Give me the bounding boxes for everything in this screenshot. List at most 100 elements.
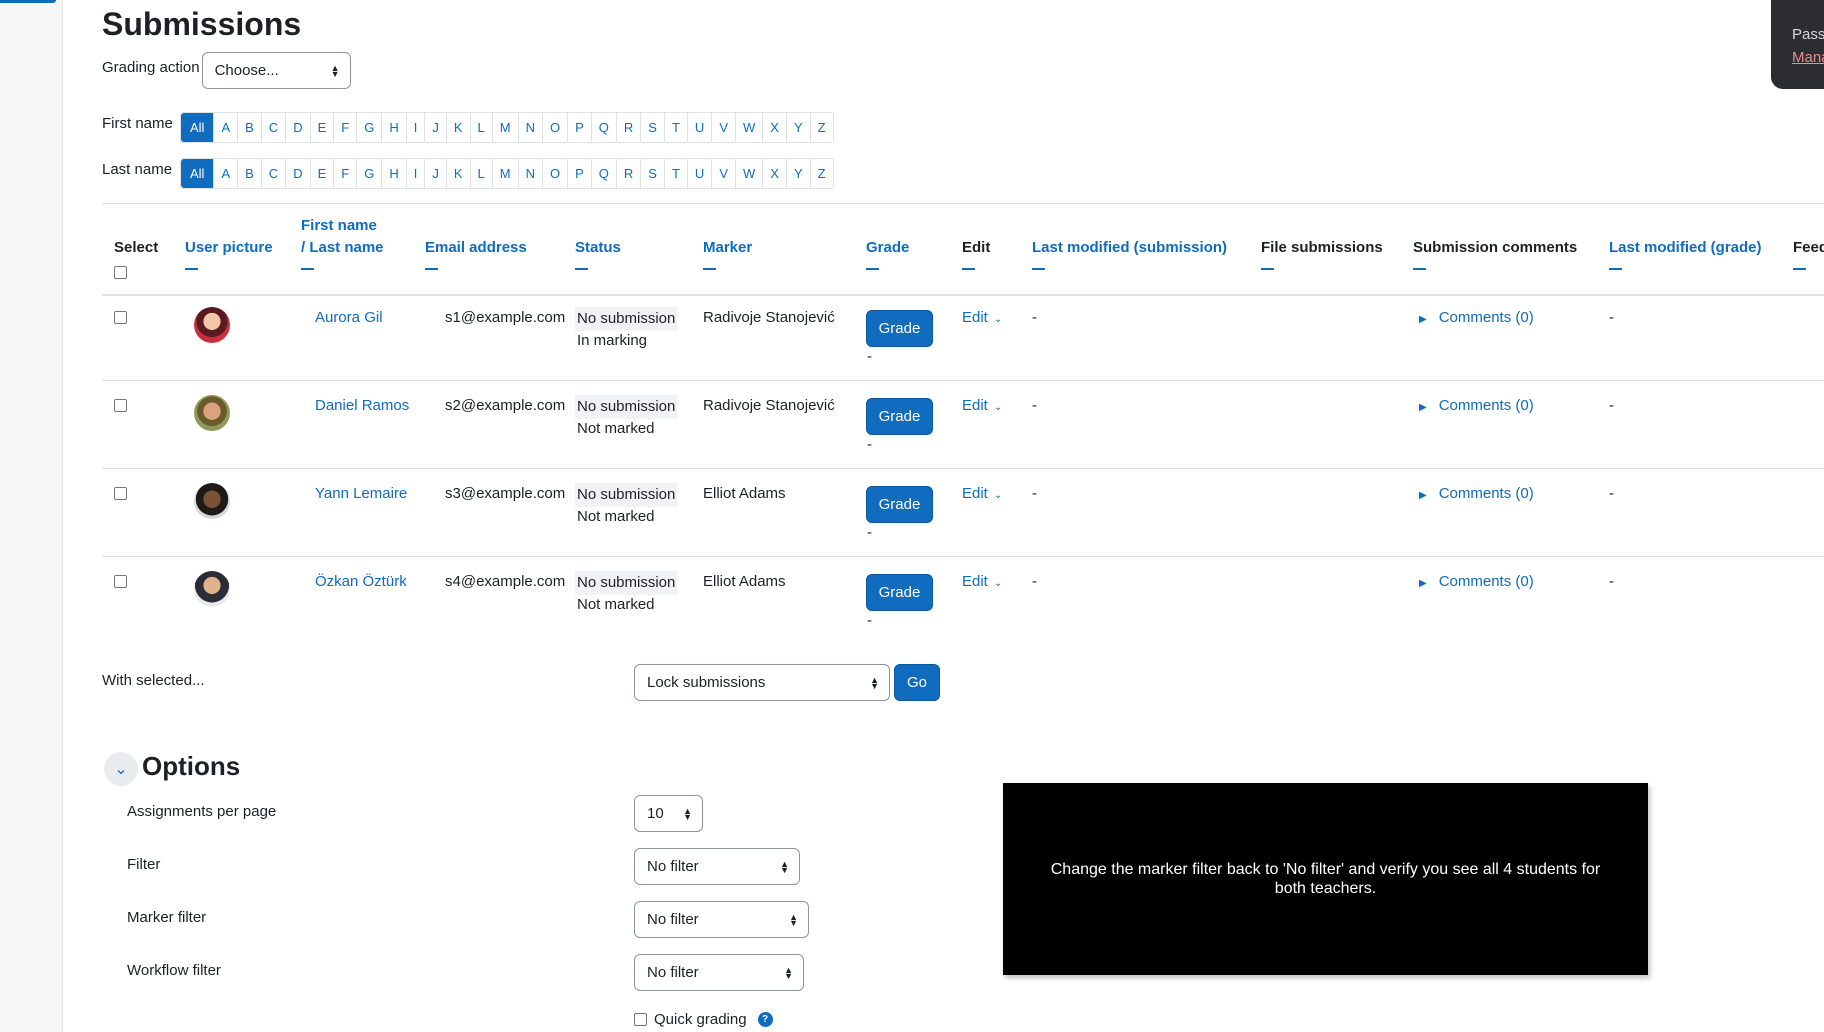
last-name-initial-m[interactable]: M: [491, 159, 518, 188]
last-name-initial-b[interactable]: B: [237, 159, 261, 188]
first-name-initial-i[interactable]: I: [405, 113, 425, 142]
bulk-action-select[interactable]: Lock submissions ▲ ▼: [634, 664, 890, 701]
first-name-initial-all[interactable]: All: [181, 113, 214, 142]
row-select-checkbox[interactable]: [114, 575, 127, 588]
edit-menu[interactable]: Edit ⌄: [962, 483, 1002, 507]
header-email-label[interactable]: Email address: [425, 239, 527, 256]
collapse-icon[interactable]: [962, 268, 975, 270]
last-name-initial-f[interactable]: F: [333, 159, 356, 188]
collapse-icon[interactable]: [425, 268, 438, 270]
collapse-icon[interactable]: [1261, 268, 1274, 270]
first-name-initial-x[interactable]: X: [762, 113, 786, 142]
header-last-modified-grade-label[interactable]: Last modified (grade): [1609, 239, 1762, 256]
grade-button[interactable]: Grade: [866, 486, 933, 523]
per-page-select[interactable]: 10 ▲ ▼: [634, 795, 703, 832]
last-name-initial-v[interactable]: V: [711, 159, 735, 188]
first-name-initial-h[interactable]: H: [381, 113, 405, 142]
first-name-initial-q[interactable]: Q: [590, 113, 616, 142]
first-name-initial-m[interactable]: M: [491, 113, 518, 142]
last-name-initial-h[interactable]: H: [381, 159, 405, 188]
collapse-icon[interactable]: [703, 268, 716, 270]
first-name-initial-o[interactable]: O: [541, 113, 567, 142]
workflow-filter-select[interactable]: No filter ▲ ▼: [634, 954, 804, 991]
first-name-initial-j[interactable]: J: [424, 113, 446, 142]
first-name-initial-a[interactable]: A: [213, 113, 237, 142]
header-grade-label[interactable]: Grade: [866, 239, 909, 256]
header-last-modified-submission-label[interactable]: Last modified (submission): [1032, 239, 1227, 256]
avatar[interactable]: [194, 571, 230, 607]
header-last-modified-submission[interactable]: Last modified (submission): [1032, 237, 1227, 270]
last-name-initial-l[interactable]: L: [469, 159, 492, 188]
collapse-icon[interactable]: [1413, 268, 1426, 270]
popup-manage-link[interactable]: Mana: [1792, 49, 1824, 66]
grade-button[interactable]: Grade: [866, 310, 933, 347]
comments-toggle[interactable]: ▶ Comments (0): [1419, 483, 1534, 507]
first-name-initial-b[interactable]: B: [237, 113, 261, 142]
edit-menu[interactable]: Edit ⌄: [962, 571, 1002, 595]
first-name-initial-l[interactable]: L: [469, 113, 492, 142]
header-grade[interactable]: Grade: [866, 237, 909, 270]
header-marker-label[interactable]: Marker: [703, 239, 752, 256]
last-name-initial-s[interactable]: S: [640, 159, 664, 188]
collapse-icon[interactable]: [1793, 268, 1806, 270]
row-select-checkbox[interactable]: [114, 399, 127, 412]
last-name-initial-k[interactable]: K: [445, 159, 470, 188]
comments-toggle[interactable]: ▶ Comments (0): [1419, 307, 1534, 331]
collapse-icon[interactable]: [575, 268, 588, 270]
last-name-initial-t[interactable]: T: [663, 159, 687, 188]
grade-button[interactable]: Grade: [866, 398, 933, 435]
first-name-initial-d[interactable]: D: [285, 113, 309, 142]
avatar[interactable]: [194, 307, 230, 343]
last-name-initial-i[interactable]: I: [405, 159, 425, 188]
last-name-initial-x[interactable]: X: [762, 159, 786, 188]
grading-action-select[interactable]: Choose... ▲ ▼: [201, 52, 351, 89]
last-name-initial-all[interactable]: All: [181, 159, 214, 188]
select-all-checkbox[interactable]: [114, 266, 127, 279]
header-first-name[interactable]: First name: [301, 215, 384, 237]
last-name-initial-p[interactable]: P: [567, 159, 591, 188]
drawer-tab-indicator[interactable]: [0, 0, 56, 3]
header-marker[interactable]: Marker: [703, 237, 752, 270]
avatar[interactable]: [194, 395, 230, 431]
last-name-initial-d[interactable]: D: [285, 159, 309, 188]
student-name-link[interactable]: Özkan Öztürk: [315, 571, 407, 593]
last-name-initial-w[interactable]: W: [734, 159, 762, 188]
last-name-initial-z[interactable]: Z: [809, 159, 833, 188]
last-name-initial-u[interactable]: U: [686, 159, 711, 188]
student-name-link[interactable]: Daniel Ramos: [315, 395, 409, 417]
last-name-initial-r[interactable]: R: [615, 159, 640, 188]
options-collapse-toggle[interactable]: ⌄: [104, 752, 138, 786]
last-name-initial-a[interactable]: A: [213, 159, 237, 188]
first-name-initial-p[interactable]: P: [567, 113, 591, 142]
header-email[interactable]: Email address: [425, 237, 527, 270]
header-status-label[interactable]: Status: [575, 239, 621, 256]
edit-menu[interactable]: Edit ⌄: [962, 307, 1002, 331]
header-user-picture[interactable]: User picture: [185, 237, 273, 270]
first-name-initial-u[interactable]: U: [686, 113, 711, 142]
first-name-initial-w[interactable]: W: [734, 113, 762, 142]
grade-button[interactable]: Grade: [866, 574, 933, 611]
collapse-icon[interactable]: [301, 268, 314, 270]
last-name-initial-o[interactable]: O: [541, 159, 567, 188]
last-name-initial-g[interactable]: G: [356, 159, 381, 188]
collapse-icon[interactable]: [1609, 268, 1622, 270]
row-select-checkbox[interactable]: [114, 311, 127, 324]
edit-menu[interactable]: Edit ⌄: [962, 395, 1002, 419]
filter-select[interactable]: No filter ▲ ▼: [634, 848, 800, 885]
first-name-initial-k[interactable]: K: [445, 113, 470, 142]
last-name-initial-y[interactable]: Y: [785, 159, 810, 188]
comments-toggle[interactable]: ▶ Comments (0): [1419, 571, 1534, 595]
avatar[interactable]: [194, 483, 230, 519]
quick-grading-checkbox[interactable]: [634, 1013, 647, 1026]
first-name-initial-c[interactable]: C: [260, 113, 285, 142]
first-name-initial-n[interactable]: N: [517, 113, 542, 142]
first-name-initial-v[interactable]: V: [711, 113, 735, 142]
first-name-initial-y[interactable]: Y: [785, 113, 810, 142]
first-name-initial-g[interactable]: G: [356, 113, 381, 142]
go-button[interactable]: Go: [894, 664, 940, 701]
first-name-initial-f[interactable]: F: [333, 113, 356, 142]
last-name-initial-q[interactable]: Q: [590, 159, 616, 188]
header-status[interactable]: Status: [575, 237, 621, 270]
first-name-initial-r[interactable]: R: [615, 113, 640, 142]
header-user-picture-label[interactable]: User picture: [185, 239, 273, 256]
